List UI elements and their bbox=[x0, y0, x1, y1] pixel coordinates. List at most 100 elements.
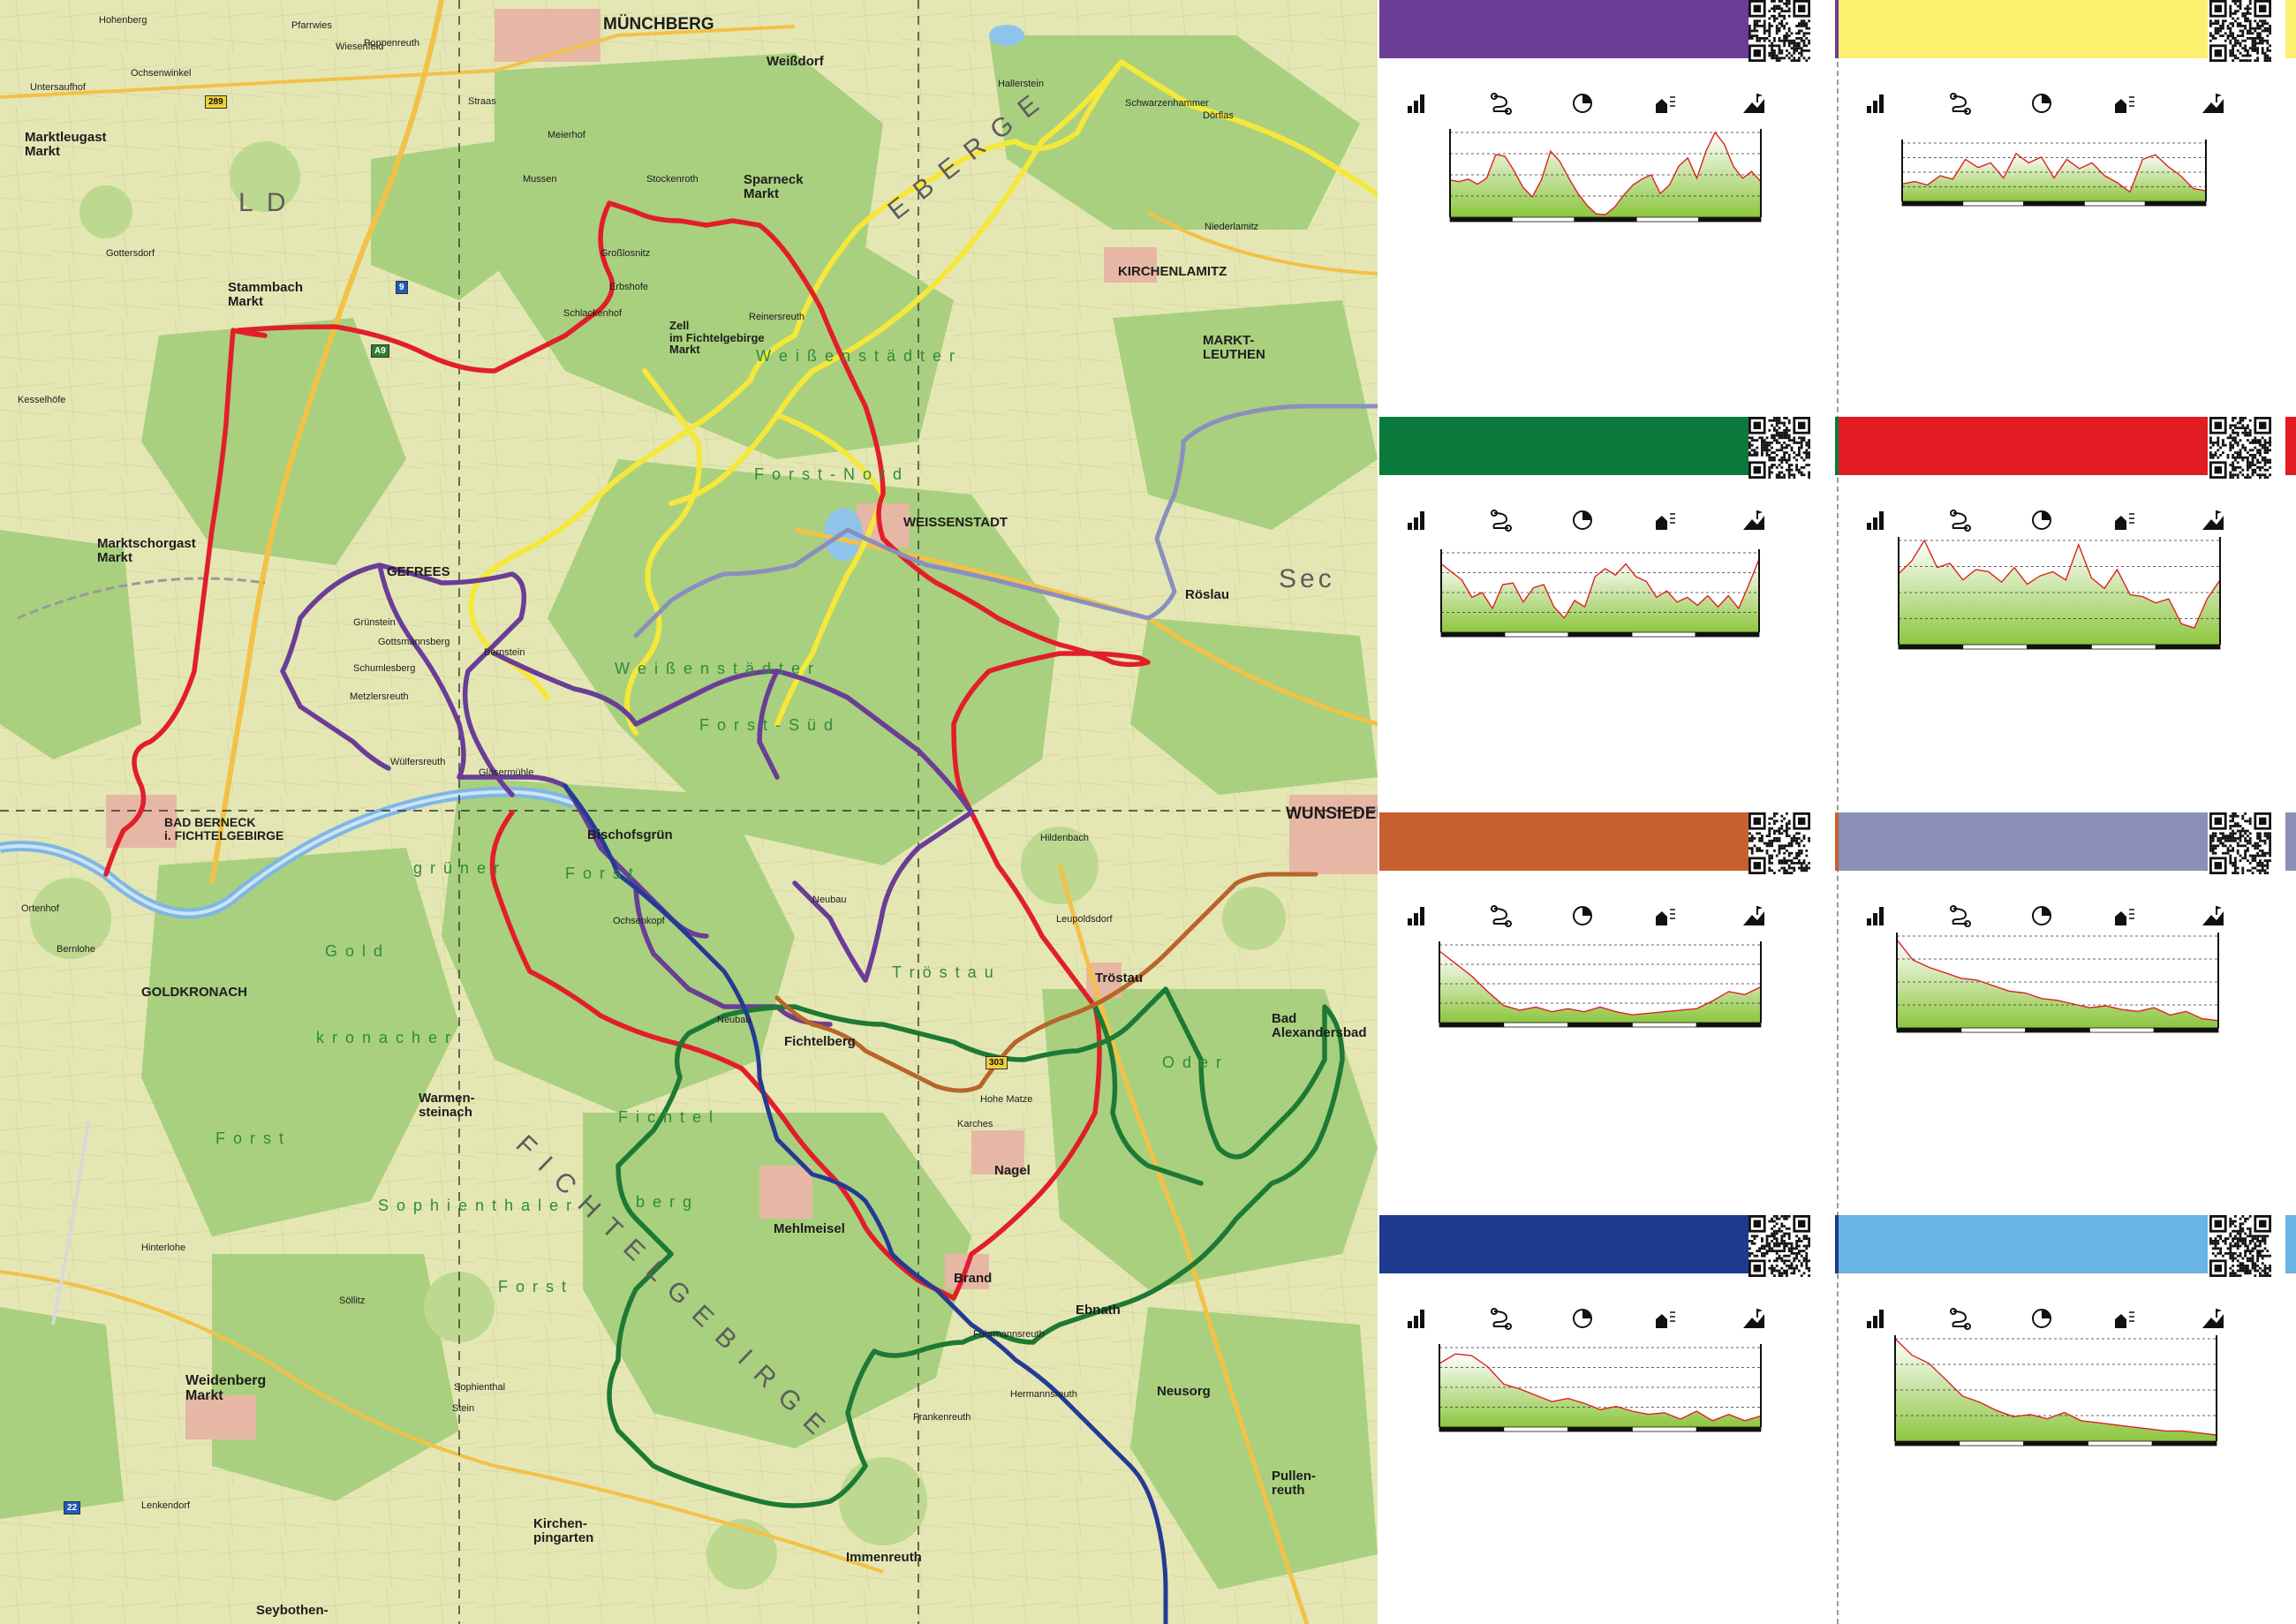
climb-icon bbox=[1653, 92, 1678, 115]
forest-label: k r o n a c h e r bbox=[316, 1029, 453, 1046]
forest-label: S o p h i e n t h a l e r bbox=[378, 1197, 574, 1214]
town-label: BAD BERNECK i. FICHTELGEBIRGE bbox=[164, 815, 284, 842]
road-number: 9 bbox=[396, 281, 408, 294]
distance-scale-segment bbox=[1503, 1022, 1569, 1028]
duration-icon bbox=[1570, 1307, 1595, 1330]
distance-scale-segment bbox=[2144, 200, 2207, 207]
summit-icon bbox=[1741, 92, 1766, 115]
route-card-green[interactable] bbox=[1378, 417, 1856, 814]
route-card-orange[interactable] bbox=[1378, 812, 1856, 1210]
village-label: Untersaufhof bbox=[30, 82, 86, 93]
climb-icon bbox=[1653, 1307, 1678, 1330]
qr-code[interactable] bbox=[1748, 812, 1810, 874]
village-label: Metzlersreuth bbox=[350, 691, 409, 702]
duration-icon bbox=[2029, 92, 2054, 115]
forest-label: F o r s t bbox=[498, 1278, 569, 1295]
elevation-profile bbox=[1897, 134, 2211, 210]
forest-label: F o r s t - N o r d bbox=[754, 465, 904, 483]
village-label: Glasermühle bbox=[479, 767, 534, 778]
distance-scale-segment bbox=[1696, 1426, 1762, 1432]
town-label: Ebnath bbox=[1076, 1303, 1121, 1318]
forest-label: G o l d bbox=[325, 942, 385, 960]
town-label: Tröstau bbox=[1095, 971, 1144, 986]
forest-label: F o r s t bbox=[215, 1129, 286, 1147]
town-label: Brand bbox=[954, 1271, 993, 1286]
route-icon bbox=[1948, 904, 1973, 927]
route-card-lightblue[interactable] bbox=[1837, 1215, 2296, 1613]
forest-label: W e i ß e n s t ä d t e r bbox=[615, 660, 816, 677]
summit-icon bbox=[1741, 509, 1766, 532]
distance-scale-segment bbox=[1631, 1426, 1697, 1432]
town-label: MÜNCHBERG bbox=[603, 15, 714, 34]
elevation-profile bbox=[1893, 532, 2225, 653]
route-card-gray[interactable] bbox=[1837, 812, 2296, 1210]
distance-scale-segment bbox=[2087, 1440, 2153, 1446]
road-number: 303 bbox=[986, 1056, 1008, 1069]
village-label: Hallerstein bbox=[998, 79, 1044, 89]
route-color-bar bbox=[1379, 417, 1748, 475]
qr-code[interactable] bbox=[2209, 812, 2271, 874]
route-card-blue[interactable] bbox=[1378, 1215, 1856, 1613]
route-icon bbox=[1948, 509, 1973, 532]
qr-code[interactable] bbox=[2209, 1215, 2271, 1277]
route-color-tab bbox=[2285, 812, 2296, 871]
village-label: Hohenberg bbox=[99, 15, 147, 26]
village-label: Niederlamitz bbox=[1205, 222, 1259, 232]
town-label: WUNSIEDEL bbox=[1286, 804, 1378, 823]
summit-icon bbox=[2201, 904, 2225, 927]
forest-label: O d e r bbox=[1162, 1054, 1224, 1071]
mountain-range-label: L D bbox=[238, 188, 290, 217]
route-color-bar bbox=[1839, 812, 2208, 871]
distance-scale-segment bbox=[1567, 631, 1633, 638]
route-icon bbox=[1489, 904, 1514, 927]
town-label: Immenreuth bbox=[846, 1550, 922, 1565]
distance-scale-segment bbox=[1962, 644, 2028, 650]
qr-code[interactable] bbox=[2209, 417, 2271, 479]
distance-scale-segment bbox=[2088, 1027, 2155, 1033]
qr-code[interactable] bbox=[1748, 0, 1810, 62]
forest-label: W e i ß e n s t ä d t e r bbox=[756, 347, 957, 365]
elevation-area bbox=[1439, 1354, 1761, 1427]
route-card-purple[interactable] bbox=[1378, 0, 1856, 397]
village-label: Wülfersreuth bbox=[390, 757, 446, 767]
village-label: Stein bbox=[452, 1403, 475, 1414]
village-label: Ochsenkopf bbox=[613, 916, 665, 926]
town-label: Sparneck Markt bbox=[744, 172, 804, 201]
village-label: Hinterlohe bbox=[141, 1243, 186, 1253]
village-label: Schumlesberg bbox=[353, 663, 416, 674]
distance-scale-segment bbox=[2023, 200, 2085, 207]
qr-code[interactable] bbox=[2209, 0, 2271, 62]
climb-icon bbox=[2112, 904, 2137, 927]
forest-label: F o r s t bbox=[565, 865, 636, 882]
village-label: Leupoldsdorf bbox=[1056, 914, 1113, 925]
town-label: MARKT- LEUTHEN bbox=[1203, 333, 1265, 362]
duration-icon bbox=[2029, 904, 2054, 927]
distance-scale-segment bbox=[2083, 200, 2146, 207]
route-color-bar bbox=[1379, 1215, 1748, 1273]
stats-icon bbox=[1863, 509, 1888, 532]
route-card-red[interactable] bbox=[1837, 417, 2296, 814]
forest-label: T r ö s t a u bbox=[892, 963, 995, 981]
distance-scale-segment bbox=[1567, 1426, 1633, 1432]
village-label: Gottersdorf bbox=[106, 248, 155, 259]
qr-code[interactable] bbox=[1748, 417, 1810, 479]
town-label: GEFREES bbox=[387, 564, 450, 579]
distance-scale-segment bbox=[2153, 1027, 2219, 1033]
route-card-yellow[interactable] bbox=[1837, 0, 2296, 397]
qr-code[interactable] bbox=[1748, 1215, 1810, 1277]
stats-icon bbox=[1404, 904, 1429, 927]
topographic-map[interactable]: MÜNCHBERG Weißdorf Sparneck Markt KIRCHE… bbox=[0, 0, 1378, 1624]
town-label: Seybothen- bbox=[256, 1603, 329, 1618]
town-label: Zell im Fichtelgebirge Markt bbox=[669, 319, 765, 357]
forest-label: g r ü n e r bbox=[413, 859, 502, 877]
route-color-bar bbox=[1379, 812, 1748, 871]
village-label: Meierhof bbox=[548, 130, 585, 140]
distance-scale-segment bbox=[1631, 631, 1696, 638]
town-label: WEISSENSTADT bbox=[903, 515, 1008, 530]
distance-scale-segment bbox=[1567, 1022, 1633, 1028]
route-icon bbox=[1948, 92, 1973, 115]
town-label: Weidenberg Markt bbox=[185, 1373, 267, 1403]
town-label: Bad Alexandersbad bbox=[1272, 1011, 1367, 1040]
elevation-profile bbox=[1445, 124, 1766, 226]
village-label: Schwarzenhammer bbox=[1125, 98, 1209, 109]
